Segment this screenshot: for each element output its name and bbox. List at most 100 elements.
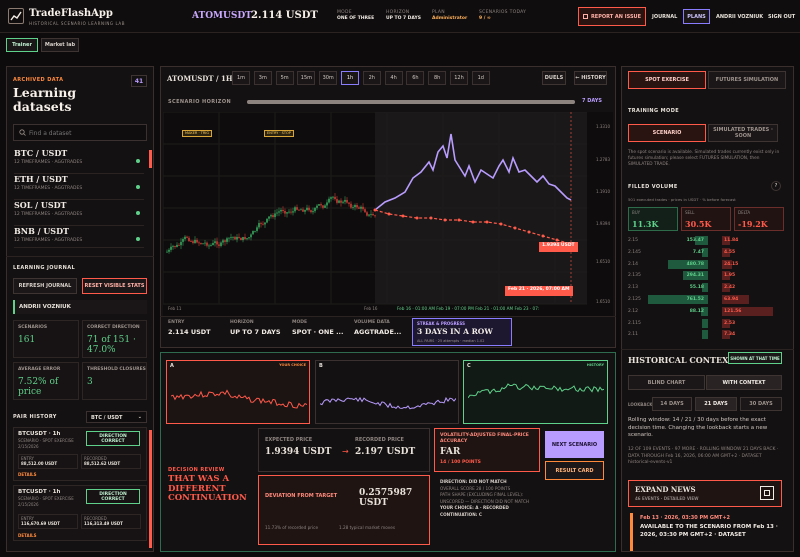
option-a[interactable]: A YOUR CHOICE (166, 360, 310, 424)
refresh-journal-button[interactable]: REFRESH JOURNAL (13, 278, 77, 294)
tf-5m[interactable]: 5m (275, 71, 294, 85)
next-scenario-button[interactable]: NEXT SCENARIO (545, 431, 604, 458)
tf-1h[interactable]: 1h (341, 71, 359, 85)
tf-15m[interactable]: 15m (297, 71, 316, 85)
lookback-21[interactable]: 21 DAYS (695, 397, 737, 411)
metric-average-error: AVERAGE ERROR 7.52% of price (13, 362, 79, 400)
event-timeline (630, 513, 633, 551)
expand-news-button[interactable]: EXPAND NEWS 46 EVENTS · DETAILED VIEW (628, 480, 782, 507)
tf-30m[interactable]: 30m (319, 71, 338, 85)
status-dot (136, 185, 140, 189)
tf-12h[interactable]: 12h (450, 71, 468, 85)
history-button[interactable]: ← HISTORY (574, 71, 607, 85)
mode-simulated-trades[interactable]: SIMULATED TRADES · SOON (708, 124, 778, 142)
tf-1m[interactable]: 1m (232, 71, 250, 85)
tab-spot-exercise[interactable]: SPOT EXERCISE (628, 71, 706, 89)
result-card-button[interactable]: RESULT CARD (545, 461, 604, 480)
status-dot (136, 159, 140, 163)
tab-futures-simulation[interactable]: FUTURES SIMULATION (708, 71, 786, 89)
nav-signout[interactable]: SIGN OUT (768, 14, 795, 20)
stat-scenarios: SCENARIOS TODAY 9 / ∞ (479, 10, 527, 21)
option-b[interactable]: B (315, 360, 459, 424)
tf-2h[interactable]: 2h (362, 71, 381, 85)
direction-badge: DIRECTION CORRECT (86, 489, 140, 504)
ctx-tab-with-context[interactable]: WITH CONTEXT (706, 375, 782, 390)
tf-4h[interactable]: 4h (384, 71, 403, 85)
status-dot (136, 237, 140, 241)
streak-card: STREAK & PROGRESS 3 DAYS IN A ROW ALL PA… (412, 318, 512, 346)
mode-scenario[interactable]: SCENARIO (628, 124, 706, 142)
review-title: THAT WAS A DIFFERENT CONTINUATION (168, 474, 247, 503)
pair-history-label: PAIR HISTORY (13, 414, 57, 420)
dataset-search[interactable] (13, 124, 147, 141)
nav-plans[interactable]: PLANS (683, 9, 710, 24)
dataset-count: 41 (131, 75, 147, 87)
context-meta: 12 OF 109 EVENTS · 97 MORE · ROLLING WIN… (628, 447, 779, 465)
duels-button[interactable]: DUELS (542, 71, 566, 85)
historical-context-title: HISTORICAL CONTEXT (628, 355, 735, 365)
horizon-slider[interactable] (247, 100, 575, 104)
tf-6h[interactable]: 6h (406, 71, 425, 85)
prediction-label: 1.9394 USDT (539, 242, 578, 252)
tab-trainer[interactable]: Trainer (6, 38, 38, 52)
journal-label: LEARNING JOURNAL (13, 265, 76, 271)
lookback-30[interactable]: 30 DAYS (740, 397, 782, 411)
status-dot (136, 211, 140, 215)
top-price: 2.114 USDT (251, 10, 318, 21)
pair-select[interactable]: BTC / USDT ⌄ (86, 411, 147, 423)
option-c-sparkline (468, 383, 604, 399)
info-volume: VOLUME DATA AGGTRADE... (354, 320, 402, 336)
y-tick: 1.2783 (596, 157, 610, 162)
option-b-sparkline (320, 396, 456, 410)
tf-3m[interactable]: 3m (253, 71, 272, 85)
horizon-label: SCENARIO HORIZON (168, 99, 232, 105)
time-label: Feb 21 · 2026, 07:00 AM (505, 286, 573, 296)
training-description: The spot scenario is available. Simulate… (628, 150, 780, 167)
history-card[interactable]: BTCUSDT · 1h SCENARIO · SPOT EXERCISE 2/… (13, 427, 147, 481)
orderbook-row: 2.135 294.31 1.95 (628, 271, 736, 281)
y-tick: 1.1910 (596, 189, 610, 194)
lookback-14[interactable]: 14 DAYS (652, 397, 692, 411)
x-tick: Feb 11 (168, 306, 182, 311)
tf-1d[interactable]: 1d (471, 71, 490, 85)
logo-icon[interactable] (8, 8, 24, 24)
nav-journal[interactable]: JOURNAL (652, 14, 677, 20)
option-c[interactable]: C HISTORY (463, 360, 608, 424)
top-symbol: ATOMUSDT (192, 11, 252, 21)
stat-horizon: HORIZON UP TO 7 DAYS (386, 10, 421, 21)
tab-market-lab[interactable]: Market lab (41, 38, 79, 52)
metric-scenarios: SCENARIOS 161 (13, 320, 79, 358)
metric-correct-direction: CORRECT DIRECTION 71 of 151 · 47.0% (82, 320, 147, 358)
help-icon[interactable]: ? (771, 181, 781, 191)
orderbook-row: 2.125 761.52 63.94 (628, 295, 784, 305)
accuracy-card: VOLATILITY-ADJUSTED FINAL-PRICE ACCURACY… (434, 428, 540, 472)
details-link[interactable]: DETAILS (18, 533, 36, 538)
ctx-tab-blind-chart[interactable]: BLIND CHART (628, 375, 705, 390)
stat-mode: MODE ONE OF THREE (337, 10, 375, 21)
history-scrollbar[interactable] (149, 430, 152, 548)
shown-at-time-button[interactable]: SHOWN AT THAT TIME (728, 352, 782, 364)
dataset-item[interactable]: BNB / USDT 12 TIMEFRAMES · AGGTRADES (14, 226, 144, 248)
chevron-down-icon: ⌄ (137, 414, 142, 420)
alert-icon (582, 14, 588, 19)
vol-buy: BUY 11.3K (628, 207, 678, 231)
stat-plan: PLAN Administrator (432, 10, 468, 21)
dataset-item[interactable]: BTC / USDT 12 TIMEFRAMES · AGGTRADES (14, 148, 144, 174)
orderbook-row: 2.14 480.78 24.15 (628, 259, 739, 269)
dataset-search-input[interactable] (29, 128, 139, 138)
reset-stats-button[interactable]: RESET VISIBLE STATS (82, 278, 147, 294)
journal-user: ANDRII VOZNIUK (13, 300, 147, 314)
arrow-right-icon: → (342, 447, 349, 456)
nav-user[interactable]: ANDRII VOZNIUK (716, 14, 763, 20)
dataset-item[interactable]: ETH / USDT 12 TIMEFRAMES · AGGTRADES (14, 174, 144, 200)
info-mode: MODE SPOT · ONE ... (292, 320, 344, 336)
datasets-title: Learning datasets (13, 85, 77, 114)
top-bar: TradeFlashApp HISTORICAL SCENARIO LEARNI… (0, 0, 800, 33)
dataset-scrollbar[interactable] (149, 150, 152, 168)
dataset-item[interactable]: SOL / USDT 12 TIMEFRAMES · AGGTRADES (14, 200, 144, 226)
details-link[interactable]: DETAILS (18, 472, 36, 477)
report-issue-button[interactable]: REPORT AN ISSUE (578, 7, 646, 26)
y-tick: 1.3310 (596, 124, 610, 129)
tf-8h[interactable]: 8h (428, 71, 447, 85)
history-card[interactable]: BTCUSDT · 1h SCENARIO · SPOT EXERCISE 2/… (13, 485, 147, 541)
